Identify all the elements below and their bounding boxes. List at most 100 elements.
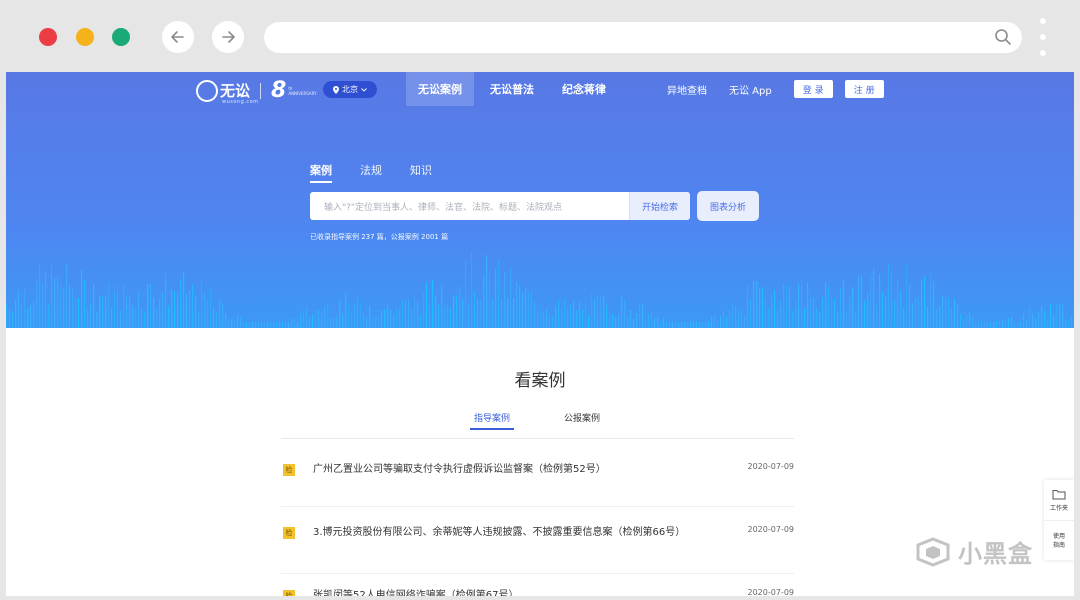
app-link[interactable]: 无讼 App	[729, 82, 772, 97]
decorative-bar	[48, 303, 50, 328]
decorative-bar	[612, 313, 614, 328]
decorative-bar	[378, 316, 380, 328]
logo-mark-icon	[196, 80, 218, 102]
decorative-bar	[978, 322, 980, 328]
decorative-bar	[588, 315, 590, 328]
decorative-bar	[885, 295, 887, 328]
decorative-bar	[504, 272, 506, 328]
decorative-bar	[645, 320, 647, 328]
case-title[interactable]: 广州乙置业公司等骗取支付令执行虚假诉讼监督案（检例第52号）	[313, 462, 683, 477]
back-button[interactable]	[162, 21, 194, 53]
decorative-bar	[30, 304, 32, 328]
decorative-bar	[90, 302, 92, 328]
chart-analysis-button[interactable]: 图表分析	[697, 191, 759, 221]
decorative-bar	[381, 310, 383, 328]
login-button[interactable]: 登 录	[793, 80, 833, 98]
decorative-bar	[717, 322, 719, 328]
decorative-bar	[825, 282, 827, 328]
decorative-bar	[606, 304, 608, 328]
search-tab-cases[interactable]: 案例	[310, 162, 332, 183]
nav-item-cases[interactable]: 无讼案例	[406, 72, 474, 106]
case-type-tabs: 指导案例 公报案例	[470, 411, 650, 430]
city-selector[interactable]: 北京	[323, 81, 377, 98]
decorative-bar	[771, 297, 773, 328]
search-input[interactable]: 输入"?"定位到当事人、律师、法官、法院、标题、法院观点 开始检索	[310, 192, 690, 220]
decorative-bar	[177, 293, 179, 328]
tab-gazette-cases[interactable]: 公报案例	[560, 411, 604, 430]
decorative-bar	[477, 298, 479, 328]
decorative-bar	[600, 296, 602, 328]
decorative-bar	[975, 321, 977, 328]
decorative-bar	[780, 300, 782, 328]
address-bar[interactable]	[264, 22, 1022, 53]
minimize-window-button[interactable]	[76, 28, 94, 46]
decorative-bar	[993, 321, 995, 328]
forward-button[interactable]	[212, 21, 244, 53]
maximize-window-button[interactable]	[112, 28, 130, 46]
decorative-bar	[861, 275, 863, 328]
anniversary-label: th ANNIVERSARY	[288, 86, 317, 96]
window-frame-right	[1074, 72, 1080, 600]
decorative-bar	[312, 314, 314, 328]
decorative-bar	[426, 282, 428, 328]
decorative-bar	[84, 279, 86, 328]
decorative-bar	[480, 300, 482, 328]
decorative-bar	[357, 294, 359, 328]
decorative-bar	[909, 285, 911, 328]
tab-guiding-cases[interactable]: 指导案例	[470, 411, 515, 430]
decorative-bar	[495, 268, 497, 328]
decorative-bar	[822, 297, 824, 328]
decorative-bar	[654, 317, 656, 328]
search-submit-button[interactable]: 开始检索	[629, 192, 690, 220]
decorative-bar	[1002, 319, 1004, 328]
user-guide-button[interactable]: 使用 指南	[1044, 520, 1074, 560]
register-button[interactable]: 注 册	[844, 80, 884, 98]
decorative-bar	[570, 304, 572, 328]
decorative-bar	[753, 280, 755, 328]
decorative-bar	[633, 319, 635, 328]
close-window-button[interactable]	[39, 28, 57, 46]
search-tab-regulations[interactable]: 法规	[360, 162, 382, 183]
decorative-bar	[573, 301, 575, 328]
decorative-bar	[666, 321, 668, 328]
decorative-bar	[546, 309, 548, 328]
decorative-bar	[453, 295, 455, 328]
decorative-bar	[738, 311, 740, 328]
decorative-bar	[249, 322, 251, 328]
kebab-menu-icon[interactable]	[1038, 18, 1048, 56]
remote-archive-link[interactable]: 异地查档	[667, 82, 707, 97]
decorative-bar	[78, 297, 80, 328]
case-title[interactable]: 3.博元投资股份有限公司、余蒂妮等人违规披露、不披露重要信息案（检例第66号）	[313, 525, 685, 540]
decorative-bar	[939, 305, 941, 328]
decorative-bar	[804, 308, 806, 328]
decorative-bar	[756, 281, 758, 328]
nav-item-law-education[interactable]: 无讼普法	[478, 72, 546, 106]
decorative-bar	[747, 285, 749, 328]
decorative-bar	[846, 310, 848, 328]
workfolder-button[interactable]: 工作夹	[1044, 480, 1074, 520]
decorative-bar	[1032, 313, 1034, 328]
search-icon[interactable]	[994, 28, 1012, 46]
decorative-bar	[864, 300, 866, 328]
decorative-bar	[387, 305, 389, 328]
decorative-bar	[744, 315, 746, 328]
search-tab-knowledge[interactable]: 知识	[410, 162, 432, 183]
decorative-bar	[375, 315, 377, 328]
decorative-bar	[1065, 319, 1067, 328]
decorative-bar	[183, 271, 185, 328]
decorative-bar	[171, 289, 173, 328]
decorative-bar	[726, 316, 728, 328]
nav-item-memorial[interactable]: 纪念蒋律	[550, 72, 618, 106]
decorative-bar	[963, 318, 965, 328]
decorative-bar	[153, 297, 155, 328]
decorative-bar	[15, 300, 17, 328]
decorative-bar	[252, 322, 254, 328]
decorative-bar	[837, 311, 839, 328]
decorative-bar	[561, 307, 563, 328]
decorative-bar	[255, 322, 257, 328]
site-logo[interactable]: 无讼 wusong.com 8 th ANNIVERSARY	[196, 80, 317, 105]
decorative-bar	[12, 312, 14, 328]
decorative-bar	[618, 314, 620, 328]
decorative-bar	[297, 321, 299, 328]
decorative-bar	[999, 319, 1001, 328]
